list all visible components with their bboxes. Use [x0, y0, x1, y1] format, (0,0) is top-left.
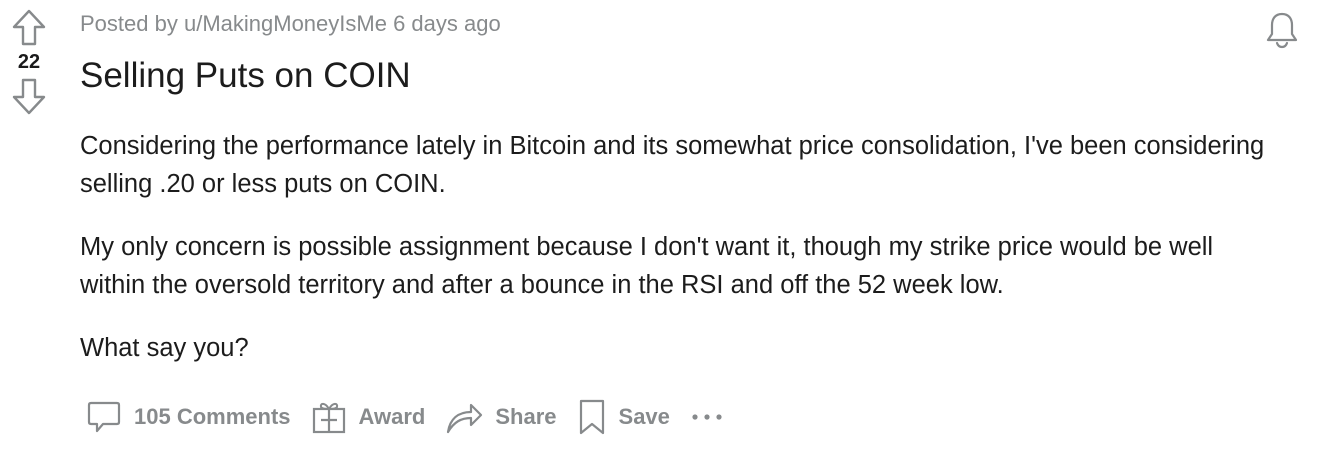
post-age: 6 days ago	[393, 11, 501, 36]
comment-icon	[87, 401, 121, 433]
vote-column: 22	[0, 6, 58, 118]
post-title[interactable]: Selling Puts on COIN	[80, 55, 1280, 97]
share-label: Share	[495, 404, 557, 429]
arrow-down-icon	[12, 78, 46, 115]
bell-icon	[1266, 12, 1298, 49]
upvote-button[interactable]	[9, 6, 49, 50]
post-body: Considering the performance lately in Bi…	[80, 127, 1280, 367]
gift-icon	[312, 402, 345, 434]
comments-label: 105 Comments	[134, 404, 291, 429]
post-card: 22 Posted by u/MakingMoneyIsMe 6 days ag…	[0, 0, 1322, 452]
downvote-button[interactable]	[9, 74, 49, 118]
post-paragraph: My only concern is possible assignment b…	[80, 233, 1214, 299]
save-button[interactable]: Save	[567, 392, 680, 442]
arrow-up-icon	[12, 9, 46, 46]
share-button[interactable]: Share	[435, 392, 566, 442]
post-content: Posted by u/MakingMoneyIsMe 6 days ago S…	[80, 0, 1280, 367]
award-label: Award	[358, 404, 426, 429]
author-link[interactable]: u/MakingMoneyIsMe	[184, 11, 387, 36]
more-icon	[692, 414, 722, 420]
award-button[interactable]: Award	[301, 392, 436, 442]
save-label: Save	[618, 404, 670, 429]
meta-prefix: Posted by	[80, 11, 178, 36]
post-paragraph: Considering the performance lately in Bi…	[80, 132, 1265, 198]
bookmark-icon	[579, 399, 604, 435]
vote-count: 22	[17, 51, 41, 73]
more-options-button[interactable]	[680, 392, 734, 442]
post-paragraph: What say you?	[80, 334, 249, 362]
follow-button[interactable]	[1262, 10, 1302, 50]
comments-button[interactable]: 105 Comments	[80, 392, 301, 442]
post-meta: Posted by u/MakingMoneyIsMe 6 days ago	[80, 11, 1280, 37]
share-icon	[447, 403, 483, 434]
action-bar: 105 Comments Award Share Save	[80, 392, 734, 442]
